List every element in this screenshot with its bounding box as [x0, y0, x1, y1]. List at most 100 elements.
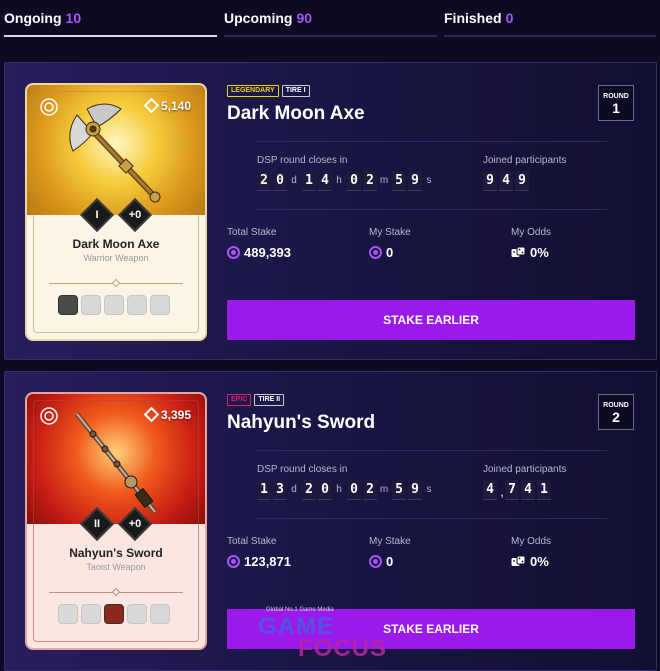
enhance-badge: +0	[118, 507, 152, 541]
participants-label: Joined participants	[483, 155, 567, 166]
my-odds-value: 0%	[511, 245, 549, 260]
timer-unit: m	[379, 484, 389, 495]
dice-icon	[511, 246, 526, 257]
avatar	[81, 295, 101, 315]
my-odds-value: 0%	[511, 554, 549, 569]
total-stake-value: 489,393	[227, 245, 291, 260]
counter-digit: 9	[483, 171, 497, 191]
item-price: 3,395	[143, 406, 191, 423]
divider	[257, 450, 607, 451]
timer-unit: s	[426, 484, 432, 495]
countdown-timer: 13d20h02m59s	[257, 480, 437, 500]
dice-icon	[511, 555, 526, 566]
avatar	[58, 604, 78, 624]
auction-card-dark-moon-axe: 5,140 I +0 Dark Moon Axe Warrior Weapon …	[4, 62, 657, 360]
tab-underline	[4, 35, 217, 37]
tab-upcoming-count: 90	[296, 10, 313, 26]
item-card[interactable]: 3,395 II +0 Nahyun's Sword Taoist Weapon	[27, 394, 205, 648]
stake-earlier-button[interactable]: STAKE EARLIER	[227, 609, 635, 649]
item-tags: EPIC TIRE II	[227, 394, 287, 406]
rarity-tag: LEGENDARY	[227, 85, 279, 97]
my-stake-value: 0	[369, 554, 393, 569]
item-type: Warrior Weapon	[83, 253, 149, 263]
avatar	[150, 604, 170, 624]
item-name: Nahyun's Sword	[69, 546, 163, 560]
counter-digit: 1	[537, 480, 551, 500]
total-stake-value: 123,871	[227, 554, 291, 569]
my-odds-label: My Odds	[511, 227, 552, 238]
avatar	[104, 295, 124, 315]
timer-label: DSP round closes in	[257, 155, 348, 166]
avatar	[58, 295, 78, 315]
my-stake-value: 0	[369, 245, 393, 260]
timer-digit: 2	[302, 480, 316, 500]
timer-unit: d	[291, 175, 297, 186]
avatar	[127, 295, 147, 315]
timer-unit: h	[336, 484, 342, 495]
round-label: ROUND	[603, 402, 629, 409]
participants-label: Joined participants	[483, 464, 567, 475]
tab-finished[interactable]: Finished 0	[444, 0, 656, 40]
timer-digit: 2	[257, 171, 271, 191]
item-type: Taoist Weapon	[86, 562, 146, 572]
round-value: 1	[612, 100, 620, 116]
auction-title: Nahyun's Sword	[227, 412, 376, 433]
tab-ongoing[interactable]: Ongoing 10	[4, 0, 217, 40]
timer-digit: 9	[408, 480, 422, 500]
enhance-badge: +0	[118, 198, 152, 232]
counter-digit: 4	[521, 480, 535, 500]
tier-badge: I	[80, 198, 114, 232]
timer-digit: 1	[257, 480, 271, 500]
stake-earlier-button[interactable]: STAKE EARLIER	[227, 300, 635, 340]
timer-digit: 3	[273, 480, 287, 500]
timer-digit: 0	[347, 480, 361, 500]
coin-icon	[227, 555, 240, 568]
coin-icon	[227, 246, 240, 259]
timer-digit: 9	[408, 171, 422, 191]
timer-digit: 0	[273, 171, 287, 191]
timer-digit: 4	[318, 171, 332, 191]
round-label: ROUND	[603, 93, 629, 100]
tab-ongoing-label: Ongoing	[4, 10, 62, 26]
status-tabs: Ongoing 10 Upcoming 90 Finished 0	[0, 0, 660, 40]
tier-tag: TIRE II	[254, 394, 285, 406]
tab-ongoing-count: 10	[65, 10, 82, 26]
seal-icon	[40, 98, 58, 116]
round-badge: ROUND 2	[598, 394, 634, 430]
item-badges: I +0	[27, 198, 205, 232]
timer-digit: 1	[302, 171, 316, 191]
tab-underline	[444, 35, 656, 37]
divider	[257, 209, 607, 210]
counter-digit: 4	[483, 480, 497, 500]
participants-counter: 4,741	[483, 480, 553, 500]
round-badge: ROUND 1	[598, 85, 634, 121]
my-stake-label: My Stake	[369, 536, 411, 547]
item-badges: II +0	[27, 507, 205, 541]
counter-digit: 7	[505, 480, 519, 500]
seal-icon	[40, 407, 58, 425]
participants-counter: 949	[483, 171, 531, 191]
my-odds-label: My Odds	[511, 536, 552, 547]
counter-digit: 9	[515, 171, 529, 191]
rarity-tag: EPIC	[227, 394, 252, 406]
timer-digit: 0	[347, 171, 361, 191]
tier-badge: II	[80, 507, 114, 541]
total-stake-label: Total Stake	[227, 227, 277, 238]
tier-tag: TIRE I	[281, 85, 310, 97]
countdown-timer: 20d14h02m59s	[257, 171, 437, 191]
coin-icon	[369, 555, 382, 568]
timer-digit: 5	[392, 480, 406, 500]
gem-icon	[143, 406, 160, 423]
timer-digit: 2	[363, 171, 377, 191]
item-card[interactable]: 5,140 I +0 Dark Moon Axe Warrior Weapon	[27, 85, 205, 339]
divider	[257, 518, 607, 519]
auction-title: Dark Moon Axe	[227, 103, 365, 124]
tab-upcoming[interactable]: Upcoming 90	[224, 0, 437, 40]
avatar	[127, 604, 147, 624]
timer-digit: 0	[318, 480, 332, 500]
avatar	[104, 604, 124, 624]
timer-unit: h	[336, 175, 342, 186]
timer-digit: 5	[392, 171, 406, 191]
total-stake-label: Total Stake	[227, 536, 277, 547]
item-tags: LEGENDARY TIRE I	[227, 85, 313, 97]
